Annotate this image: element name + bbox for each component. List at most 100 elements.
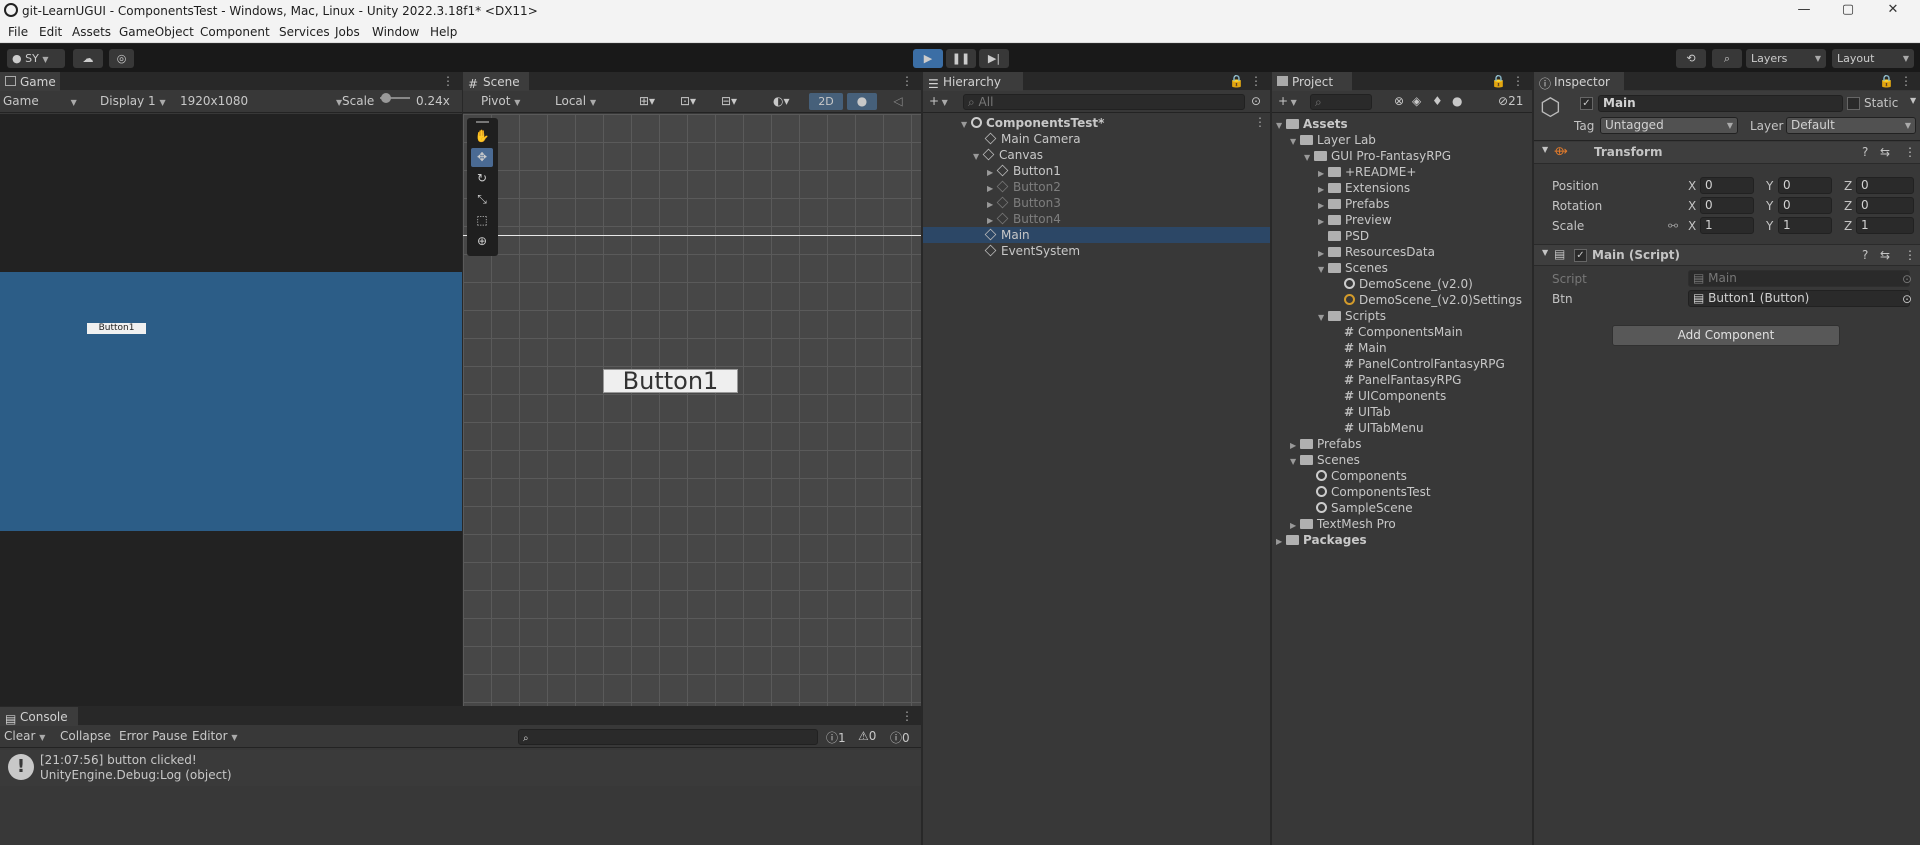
close-button[interactable]: ✕ [1881, 2, 1905, 17]
rotation-z-input[interactable]: 0 [1856, 197, 1914, 214]
help-icon[interactable]: ? [1862, 248, 1868, 262]
project-item-textmesh[interactable]: ▶ TextMesh Pro [1290, 516, 1396, 532]
maximize-button[interactable]: ▢ [1836, 2, 1860, 17]
search-button[interactable]: ⌕ [1712, 49, 1742, 68]
toggle-2d-button[interactable]: 2D [809, 93, 843, 110]
tab-hierarchy[interactable]: ☰ Hierarchy [923, 72, 1023, 91]
preset-icon[interactable]: ⇆ [1880, 248, 1890, 262]
hierarchy-search-input[interactable]: ⌕ All [963, 94, 1245, 110]
tab-scene[interactable]: # Scene [463, 72, 529, 91]
hierarchy-item-eventsystem[interactable]: EventSystem [984, 243, 1080, 259]
more-icon[interactable]: ⋮ [1900, 74, 1912, 88]
minimize-button[interactable]: — [1792, 2, 1816, 17]
tag-dropdown[interactable]: Untagged ▼ [1600, 117, 1738, 134]
menu-file[interactable]: File [8, 25, 28, 39]
transform-header[interactable]: ▼ ⟴ Transform ? ⇆ ⋮ [1534, 142, 1920, 164]
project-item-demo-settings[interactable]: DemoScene_(v2.0)Settings [1344, 292, 1522, 308]
menu-component[interactable]: Component [200, 25, 270, 39]
btn-field[interactable]: ▤ Button1 (Button) [1688, 290, 1910, 307]
hidden-packages-icon[interactable]: ⊘21 [1498, 94, 1523, 108]
console-search-input[interactable]: ⌕ [518, 729, 818, 745]
layer-dropdown[interactable]: Default ▼ [1786, 117, 1916, 134]
history-button[interactable]: ⟲ [1676, 49, 1706, 68]
project-item-demo-scene[interactable]: DemoScene_(v2.0) [1344, 276, 1473, 292]
project-item-prefabs[interactable]: ▶ Prefabs [1290, 436, 1362, 452]
more-icon[interactable]: ⋮ [901, 74, 913, 88]
collapse-toggle[interactable]: Collapse [60, 729, 111, 743]
project-item-prefabs-inner[interactable]: ▶ Prefabs [1318, 196, 1390, 212]
project-item-sample-scene[interactable]: SampleScene [1316, 500, 1413, 516]
scene-more-icon[interactable]: ⋮ [1254, 115, 1266, 129]
scale-z-input[interactable]: 1 [1856, 217, 1914, 234]
lock-icon[interactable]: 🔒 [1491, 74, 1506, 88]
scene-visibility-icon[interactable]: ⊙ [1251, 94, 1261, 108]
move-tool-icon[interactable]: ✥ [471, 148, 493, 167]
save-search-icon[interactable]: ♦ [1432, 94, 1443, 108]
link-icon[interactable]: ⚯ [1668, 219, 1678, 233]
search-by-type-icon[interactable]: ⊗ [1394, 94, 1404, 108]
object-picker-icon[interactable]: ⊙ [1902, 292, 1912, 306]
more-icon[interactable]: ⋮ [1904, 248, 1916, 262]
scale-tool-icon[interactable]: ⤡ [471, 190, 493, 209]
menu-edit[interactable]: Edit [39, 25, 62, 39]
project-item-resources[interactable]: ▶ ResourcesData [1318, 244, 1435, 260]
lock-icon[interactable]: 🔒 [1879, 74, 1894, 88]
menu-window[interactable]: Window [372, 25, 419, 39]
tab-inspector[interactable]: ⓘ Inspector [1534, 72, 1624, 91]
clear-button[interactable]: Clear ▼ [4, 729, 45, 743]
more-icon[interactable]: ⋮ [1250, 74, 1262, 88]
error-pause-toggle[interactable]: Error Pause [119, 729, 187, 743]
cloud-button[interactable]: ☁ [73, 49, 103, 68]
hierarchy-item-button1[interactable]: ▶ Button1 [987, 163, 1061, 179]
enabled-checkbox[interactable]: ✓ [1574, 249, 1587, 262]
display-dropdown[interactable]: Display 1 ▼ [100, 94, 166, 108]
hierarchy-item-button2[interactable]: ▶ Button2 [987, 179, 1061, 195]
lock-icon[interactable]: 🔒 [1229, 74, 1244, 88]
hierarchy-item-button4[interactable]: ▶ Button4 [987, 211, 1061, 227]
preset-icon[interactable]: ⇆ [1880, 145, 1890, 159]
hierarchy-scene-root[interactable]: ▼ ComponentsTest* [961, 115, 1104, 131]
project-item-ui-tab-menu[interactable]: # UITabMenu [1344, 420, 1424, 436]
warning-count-toggle[interactable]: ⚠0 [858, 729, 876, 743]
game-viewport[interactable]: Button1 [0, 114, 462, 706]
snap-increment-icon[interactable]: ⊡▾ [680, 94, 696, 108]
create-dropdown[interactable]: + ▼ [1278, 94, 1297, 108]
active-checkbox[interactable]: ✓ [1580, 97, 1593, 110]
game-mode-dropdown[interactable]: Game ▼ [3, 94, 77, 108]
position-z-input[interactable]: 0 [1856, 177, 1914, 194]
hierarchy-item-canvas[interactable]: ▼ Canvas [973, 147, 1043, 163]
help-icon[interactable]: ? [1862, 145, 1868, 159]
tab-game[interactable]: Game [0, 72, 60, 91]
project-item-extensions[interactable]: ▶ Extensions [1318, 180, 1410, 196]
project-item-ui-components[interactable]: # UIComponents [1344, 388, 1446, 404]
menu-gameobject[interactable]: GameObject [119, 25, 194, 39]
scale-x-input[interactable]: 1 [1700, 217, 1754, 234]
menu-services[interactable]: Services [279, 25, 330, 39]
project-item-preview[interactable]: ▶ Preview [1318, 212, 1392, 228]
snap-settings-icon[interactable]: ⊟▾ [721, 94, 737, 108]
project-search-input[interactable]: ⌕ [1310, 94, 1372, 110]
project-item-main-script[interactable]: # Main [1344, 340, 1387, 356]
console-entry[interactable]: ! [21:07:56] button clicked! UnityEngine… [0, 750, 921, 786]
scale-y-input[interactable]: 1 [1778, 217, 1832, 234]
search-by-label-icon[interactable]: ◈ [1412, 94, 1421, 108]
scale-slider-thumb[interactable] [381, 93, 391, 103]
audio-icon[interactable]: ◁ [883, 93, 913, 110]
object-name-input[interactable]: Main [1598, 95, 1843, 112]
package-icon[interactable]: ● [1452, 94, 1462, 108]
palette-handle[interactable] [476, 121, 489, 123]
position-x-input[interactable]: 0 [1700, 177, 1754, 194]
project-item-components-main[interactable]: # ComponentsMain [1344, 324, 1463, 340]
more-icon[interactable]: ⋮ [1512, 74, 1524, 88]
collab-button[interactable]: ◎ [109, 49, 134, 68]
project-item-gui-pro[interactable]: ▼ GUI Pro-FantasyRPG [1304, 148, 1451, 164]
project-item-layer-lab[interactable]: ▼ Layer Lab [1290, 132, 1376, 148]
project-item-panel-control[interactable]: # PanelControlFantasyRPG [1344, 356, 1505, 372]
editor-dropdown[interactable]: Editor ▼ [192, 729, 238, 743]
rotation-x-input[interactable]: 0 [1700, 197, 1754, 214]
rotate-tool-icon[interactable]: ↻ [471, 169, 493, 188]
menu-assets[interactable]: Assets [72, 25, 111, 39]
hierarchy-item-main-camera[interactable]: Main Camera [984, 131, 1081, 147]
chevron-down-icon[interactable]: ▼ [1910, 96, 1916, 105]
layers-dropdown[interactable]: Layers ▼ [1746, 49, 1826, 68]
